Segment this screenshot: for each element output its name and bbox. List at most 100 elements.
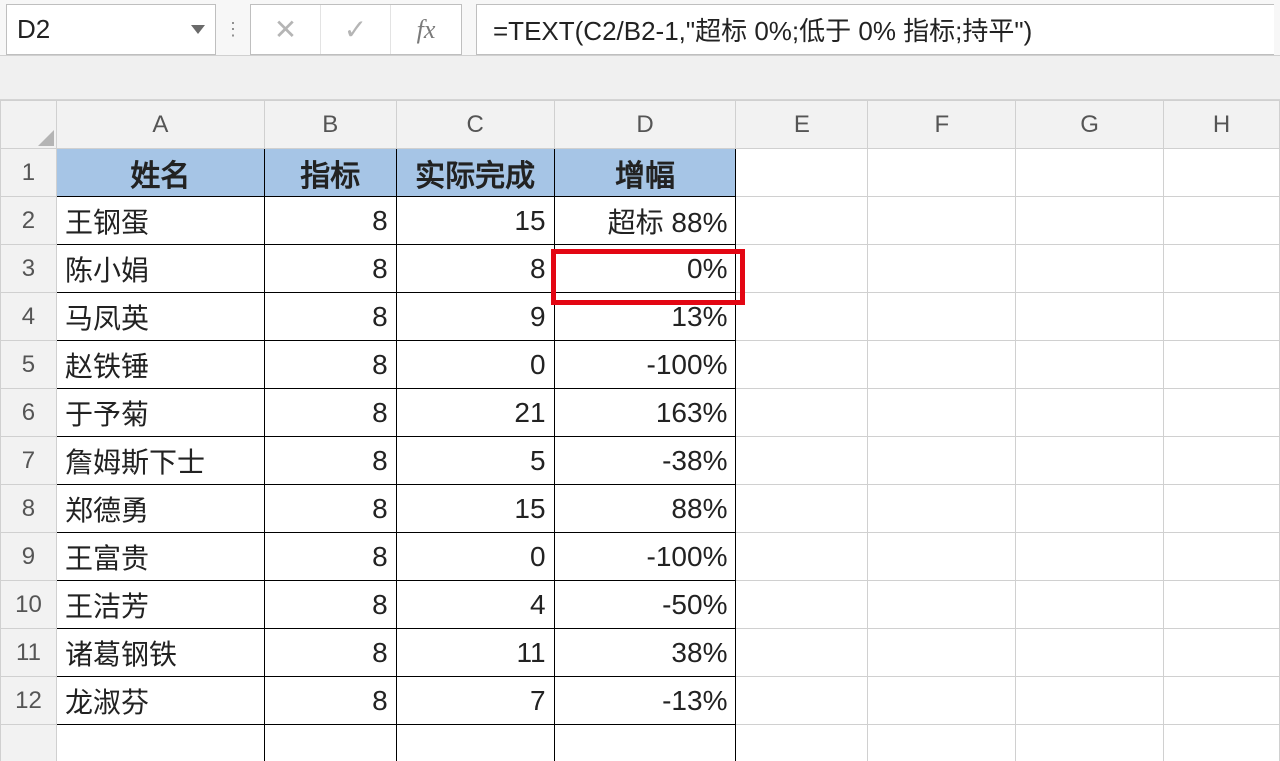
cell-D4[interactable]: 13% [554, 293, 736, 341]
cell-G4[interactable] [1016, 293, 1164, 341]
cell-B3[interactable]: 8 [264, 245, 396, 293]
cell-F2[interactable] [868, 197, 1016, 245]
cell-C8[interactable]: 15 [396, 485, 554, 533]
cell-E1[interactable] [736, 149, 868, 197]
row-header-3[interactable]: 3 [1, 245, 57, 293]
cell-G3[interactable] [1016, 245, 1164, 293]
cell-D3[interactable]: 0% [554, 245, 736, 293]
cell-C3[interactable]: 8 [396, 245, 554, 293]
cell-E12[interactable] [736, 677, 868, 725]
cell-B13[interactable] [264, 725, 396, 761]
cell-H2[interactable] [1164, 197, 1280, 245]
data-header-B[interactable]: 指标 [264, 149, 396, 197]
cell-H4[interactable] [1164, 293, 1280, 341]
cell-H1[interactable] [1164, 149, 1280, 197]
cell-H9[interactable] [1164, 533, 1280, 581]
cell-E3[interactable] [736, 245, 868, 293]
cell-C7[interactable]: 5 [396, 437, 554, 485]
cell-B5[interactable]: 8 [264, 341, 396, 389]
row-header-13[interactable] [1, 725, 57, 761]
cell-E11[interactable] [736, 629, 868, 677]
cell-D12[interactable]: -13% [554, 677, 736, 725]
cell-F10[interactable] [868, 581, 1016, 629]
cell-B7[interactable]: 8 [264, 437, 396, 485]
cell-A9[interactable]: 王富贵 [56, 533, 264, 581]
cell-F11[interactable] [868, 629, 1016, 677]
cell-H11[interactable] [1164, 629, 1280, 677]
cell-B4[interactable]: 8 [264, 293, 396, 341]
cell-A5[interactable]: 赵铁锤 [56, 341, 264, 389]
cell-F7[interactable] [868, 437, 1016, 485]
data-header-C[interactable]: 实际完成 [396, 149, 554, 197]
data-header-A[interactable]: 姓名 [56, 149, 264, 197]
cell-D13[interactable] [554, 725, 736, 761]
cell-E13[interactable] [736, 725, 868, 761]
cell-E7[interactable] [736, 437, 868, 485]
cell-B6[interactable]: 8 [264, 389, 396, 437]
cell-E4[interactable] [736, 293, 868, 341]
cell-G13[interactable] [1016, 725, 1164, 761]
cell-G9[interactable] [1016, 533, 1164, 581]
row-header-1[interactable]: 1 [1, 149, 57, 197]
cell-A2[interactable]: 王钢蛋 [56, 197, 264, 245]
cell-B8[interactable]: 8 [264, 485, 396, 533]
cell-H8[interactable] [1164, 485, 1280, 533]
cell-G7[interactable] [1016, 437, 1164, 485]
cell-E5[interactable] [736, 341, 868, 389]
cell-A6[interactable]: 于予菊 [56, 389, 264, 437]
cell-A4[interactable]: 马凤英 [56, 293, 264, 341]
cell-C13[interactable] [396, 725, 554, 761]
vertical-dots-icon[interactable]: ⋮ [216, 4, 250, 55]
cell-E8[interactable] [736, 485, 868, 533]
row-header-4[interactable]: 4 [1, 293, 57, 341]
cell-F3[interactable] [868, 245, 1016, 293]
cell-A3[interactable]: 陈小娟 [56, 245, 264, 293]
cell-C10[interactable]: 4 [396, 581, 554, 629]
cell-C2[interactable]: 15 [396, 197, 554, 245]
cell-E2[interactable] [736, 197, 868, 245]
cell-G10[interactable] [1016, 581, 1164, 629]
cell-D8[interactable]: 88% [554, 485, 736, 533]
col-header-E[interactable]: E [736, 101, 868, 149]
name-box[interactable]: D2 [6, 4, 216, 55]
cell-E6[interactable] [736, 389, 868, 437]
cell-B10[interactable]: 8 [264, 581, 396, 629]
cell-D7[interactable]: -38% [554, 437, 736, 485]
cell-H3[interactable] [1164, 245, 1280, 293]
row-header-7[interactable]: 7 [1, 437, 57, 485]
cell-D9[interactable]: -100% [554, 533, 736, 581]
cell-F12[interactable] [868, 677, 1016, 725]
cell-F8[interactable] [868, 485, 1016, 533]
cell-H6[interactable] [1164, 389, 1280, 437]
cell-F4[interactable] [868, 293, 1016, 341]
cell-B12[interactable]: 8 [264, 677, 396, 725]
cell-H12[interactable] [1164, 677, 1280, 725]
col-header-A[interactable]: A [56, 101, 264, 149]
cell-E9[interactable] [736, 533, 868, 581]
data-header-D[interactable]: 增幅 [554, 149, 736, 197]
cell-G5[interactable] [1016, 341, 1164, 389]
cell-B11[interactable]: 8 [264, 629, 396, 677]
cell-H7[interactable] [1164, 437, 1280, 485]
cell-A11[interactable]: 诸葛钢铁 [56, 629, 264, 677]
cell-C12[interactable]: 7 [396, 677, 554, 725]
col-header-D[interactable]: D [554, 101, 736, 149]
select-all-corner[interactable] [1, 101, 57, 149]
cell-G6[interactable] [1016, 389, 1164, 437]
cell-H13[interactable] [1164, 725, 1280, 761]
cell-F1[interactable] [868, 149, 1016, 197]
cell-F9[interactable] [868, 533, 1016, 581]
cell-A13[interactable] [56, 725, 264, 761]
row-header-9[interactable]: 9 [1, 533, 57, 581]
row-header-8[interactable]: 8 [1, 485, 57, 533]
row-header-2[interactable]: 2 [1, 197, 57, 245]
cell-G12[interactable] [1016, 677, 1164, 725]
cell-F5[interactable] [868, 341, 1016, 389]
cell-G8[interactable] [1016, 485, 1164, 533]
cell-D10[interactable]: -50% [554, 581, 736, 629]
cell-D6[interactable]: 163% [554, 389, 736, 437]
cell-H10[interactable] [1164, 581, 1280, 629]
col-header-H[interactable]: H [1164, 101, 1280, 149]
cell-D2[interactable]: 超标 88% [554, 197, 736, 245]
cell-C11[interactable]: 11 [396, 629, 554, 677]
